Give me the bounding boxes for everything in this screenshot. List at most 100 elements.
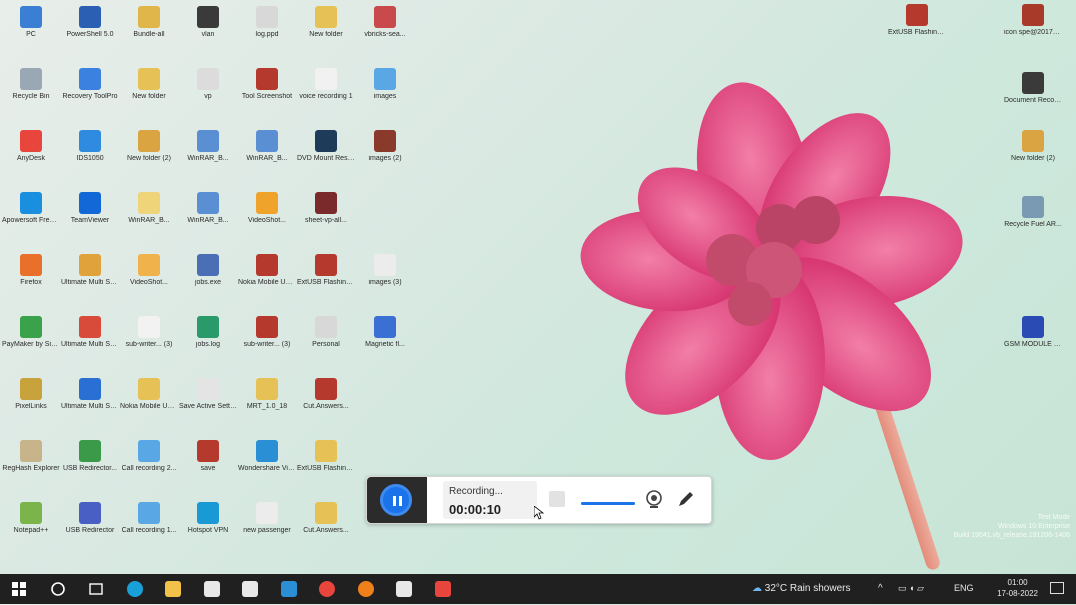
desktop-icon[interactable]: images — [356, 68, 414, 126]
desktop-icon[interactable]: Save Active Settings — [179, 378, 237, 436]
desktop-icon[interactable]: PayMaker by Singed — [2, 316, 60, 374]
desktop-icon-image — [138, 254, 160, 276]
desktop-icon[interactable]: Firefox — [2, 254, 60, 312]
desktop-icon[interactable]: vbricks-sea... — [356, 6, 414, 64]
desktop-icon[interactable]: ExtUSB Flashing... — [297, 440, 355, 498]
photos-icon[interactable] — [393, 578, 415, 600]
desktop-icon[interactable]: sub-writer... (3) — [238, 316, 296, 374]
desktop-icon-image — [315, 440, 337, 462]
desktop-icon[interactable]: Call recording 1... — [120, 502, 178, 560]
desktop-icon[interactable]: GSM MODULE V... — [1004, 316, 1062, 374]
desktop-icon-label: jobs.exe — [194, 279, 222, 286]
firefox-icon[interactable] — [355, 578, 377, 600]
desktop-icon[interactable]: Tool Screenshot — [238, 68, 296, 126]
desktop-icon[interactable]: USB Redirector... — [61, 440, 119, 498]
desktop-icon[interactable]: Personal — [297, 316, 355, 374]
desktop-icon[interactable]: VideoShot... — [120, 254, 178, 312]
pause-icon[interactable] — [380, 484, 412, 516]
desktop-icon[interactable]: Bundle-all — [120, 6, 178, 64]
desktop-icon[interactable]: images (3) — [356, 254, 414, 312]
desktop-icon[interactable]: vlan — [179, 6, 237, 64]
watermark-line-3: Build 19041.vb_release.191206-1406 — [953, 532, 1070, 539]
desktop-icon[interactable]: RegHash Explorer — [2, 440, 60, 498]
search-icon[interactable] — [47, 578, 69, 600]
notification-center-icon[interactable] — [1050, 582, 1064, 594]
desktop-icon[interactable]: WinRAR_B... — [120, 192, 178, 250]
desktop-icon-label: Recycle Bin — [12, 93, 50, 100]
desktop-icon[interactable]: Ultimate Multi Ser... — [61, 316, 119, 374]
desktop-icon[interactable]: IDS1050 — [61, 130, 119, 188]
edge-icon[interactable] — [124, 578, 146, 600]
desktop-icon[interactable]: images (2) — [356, 130, 414, 188]
desktop-icon[interactable]: Nokia Mobile USB Drive... — [238, 254, 296, 312]
desktop-icon[interactable]: MRT_1.0_18 — [238, 378, 296, 436]
desktop-icon[interactable]: TeamViewer — [61, 192, 119, 250]
desktop-icon[interactable]: New folder (2) — [120, 130, 178, 188]
desktop-icon-image — [256, 192, 278, 214]
desktop-icon[interactable]: WinRAR_B... — [238, 130, 296, 188]
desktop-icon[interactable]: voice recording 1 — [297, 68, 355, 126]
desktop-icon[interactable]: AnyDesk — [2, 130, 60, 188]
desktop-icon[interactable]: New folder — [120, 68, 178, 126]
taskbar-clock[interactable]: 01:00 17-08-2022 — [997, 577, 1038, 599]
desktop-icon[interactable]: save — [179, 440, 237, 498]
mail-icon[interactable] — [239, 578, 261, 600]
desktop-icon[interactable]: New folder (2) — [1004, 130, 1062, 188]
desktop-icon[interactable]: Notepad++ — [2, 502, 60, 560]
stop-icon[interactable] — [549, 491, 565, 507]
language-indicator[interactable]: ENG — [954, 583, 974, 593]
desktop-icon[interactable]: Cut.Answers... — [297, 502, 355, 560]
desktop-icon[interactable]: log.ppd — [238, 6, 296, 64]
desktop-icon[interactable]: Call recording 2... — [120, 440, 178, 498]
desktop-icon[interactable]: sheet-vp-all... — [297, 192, 355, 250]
start-icon[interactable] — [8, 578, 30, 600]
desktop-icon-image — [138, 6, 160, 28]
desktop-icon[interactable]: Wondershare Video Edit... — [238, 440, 296, 498]
desktop-icon[interactable]: sub-writer... (3) — [120, 316, 178, 374]
desktop-icon[interactable]: Magnetic fl... — [356, 316, 414, 374]
desktop-icon[interactable]: WinRAR_B... — [179, 192, 237, 250]
desktop-icon[interactable]: Ultimate Multi Ser... — [61, 254, 119, 312]
desktop-icon[interactable]: Ultimate Multi Ser... — [61, 378, 119, 436]
desktop-icon[interactable]: Apowersoft Free Scre... — [2, 192, 60, 250]
desktop-icon[interactable]: New folder — [297, 6, 355, 64]
desktop-icon[interactable]: Document Recording... — [1004, 72, 1062, 130]
desktop-icon[interactable]: Recycle Fuel AR... — [1004, 196, 1062, 254]
pen-icon[interactable] — [675, 488, 697, 510]
desktop-icon[interactable]: PixelLinks — [2, 378, 60, 436]
desktop-icon-image — [138, 68, 160, 90]
desktop-icon-label: Nokia Mobile USB Drive... — [120, 403, 178, 410]
show-hidden-icons-chevron[interactable]: ^ — [878, 583, 883, 594]
desktop-icon[interactable]: Hotspot VPN — [179, 502, 237, 560]
file-explorer-icon[interactable] — [162, 578, 184, 600]
task-view-icon[interactable] — [85, 578, 107, 600]
desktop-icon[interactable]: VideoShot... — [238, 192, 296, 250]
audio-level-bar[interactable] — [581, 502, 635, 505]
desktop-icon[interactable]: PC — [2, 6, 60, 64]
desktop-icon[interactable]: USB Redirector — [61, 502, 119, 560]
desktop-icon[interactable]: ExtUSB Flashing... — [297, 254, 355, 312]
desktop-icon[interactable]: Recovery ToolPro — [61, 68, 119, 126]
desktop-icon[interactable]: ExtUSB Flashing... — [888, 4, 946, 62]
desktop-icon[interactable]: icon spe@2017_... — [1004, 4, 1062, 62]
system-tray-icons[interactable]: ▭ ◖ ▱ — [898, 583, 924, 594]
desktop-icon-label: New folder (2) — [127, 155, 171, 162]
desktop-icon[interactable]: vp — [179, 68, 237, 126]
desktop-icon[interactable]: Cut.Answers... — [297, 378, 355, 436]
webcam-icon[interactable] — [643, 488, 665, 510]
desktop-icon[interactable]: DVD Mount Rescue 2.07 — [297, 130, 355, 188]
paint-icon[interactable] — [432, 578, 454, 600]
desktop-icon[interactable]: Recycle Bin — [2, 68, 60, 126]
weather-widget[interactable]: ☁ 32°C Rain showers — [752, 583, 850, 594]
desktop-icon[interactable]: new passenger — [238, 502, 296, 560]
desktop-icon[interactable]: jobs.exe — [179, 254, 237, 312]
chrome-icon[interactable] — [316, 578, 338, 600]
desktop-icon-label: USB Redirector... — [62, 465, 118, 472]
desktop-icon[interactable]: Nokia Mobile USB Drive... — [120, 378, 178, 436]
desktop-icon[interactable]: PowerShell 5.0 — [61, 6, 119, 64]
desktop-icon[interactable]: jobs.log — [179, 316, 237, 374]
store-icon[interactable] — [201, 578, 223, 600]
desktop-icon[interactable]: WinRAR_B... — [179, 130, 237, 188]
desktop-icon-label: AnyDesk — [16, 155, 45, 162]
app-blue-icon[interactable] — [278, 578, 300, 600]
